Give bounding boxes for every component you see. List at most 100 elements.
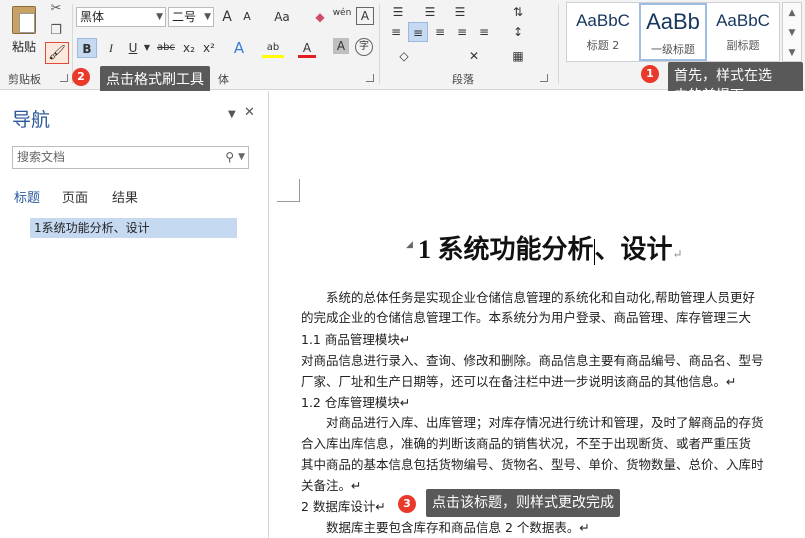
chinese-layout-icon[interactable]: ✕ (462, 46, 486, 66)
callout-step-2: 点击格式刷工具 (100, 66, 210, 94)
superscript-button[interactable]: x² (200, 38, 218, 58)
sort-icon[interactable]: ⇅ (506, 2, 530, 22)
change-case-button[interactable]: Aa (268, 7, 296, 27)
text-effect-button[interactable]: A (230, 38, 248, 58)
subscript-button[interactable]: x₂ (180, 38, 198, 58)
callout-text: 点击格式刷工具 (106, 72, 204, 88)
style-name: 标题 2 (586, 39, 620, 52)
multilevel-list-icon[interactable]: ☰ (448, 2, 472, 22)
copy-icon[interactable]: ❐ (46, 22, 66, 40)
heading-text-b: 、设计 (594, 235, 673, 264)
body-line: 的完成企业的仓储信息管理工作。本系统分为用户登录、商品管理、库存管理三大 (301, 310, 752, 325)
char-shading-button[interactable]: A (333, 38, 349, 54)
align-right-icon[interactable]: ≡ (430, 22, 450, 42)
clipboard-icon (12, 6, 36, 34)
bullets-icon[interactable]: ☰ (386, 2, 410, 22)
paragraph-group-label: 段落 (452, 73, 474, 86)
strikethrough-button[interactable]: abc (155, 38, 177, 58)
chevron-down-icon[interactable]: ▼ (142, 38, 152, 58)
styles-gallery: AaBbC 标题 2 AaBb 一级标题 AaBbC 副标题 (566, 2, 780, 62)
group-divider (558, 4, 559, 84)
body-line: 数据库主要包含库存和商品信息 2 个数据表。↵ (301, 520, 590, 535)
step-badge-1: 1 (641, 65, 659, 83)
navigation-pane: 导航 ▼ ✕ 搜索文档 ⚲ ▼ 标题 页面 结果 1系统功能分析、设计 (0, 91, 269, 538)
paragraph-mark: ↵ (672, 247, 683, 261)
borders-icon[interactable]: ▦ (506, 46, 530, 66)
body-line: 1.1 商品管理模块↵ (301, 332, 411, 347)
shrink-font-button[interactable]: A (238, 7, 256, 27)
phonetic-guide-button[interactable]: wén (332, 3, 352, 23)
format-painter-button[interactable]: 🖌 (45, 42, 69, 64)
body-line-heading2[interactable]: 2 数据库设计↵ (301, 496, 386, 515)
nav-title: 导航 (12, 109, 51, 131)
document-page[interactable]: ◢ 1 系统功能分析、设计↵ 系统的总体任务是实现企业仓储信息管理的系统化和自动… (270, 91, 805, 538)
clear-format-icon[interactable]: ◆ (310, 7, 330, 27)
body-line: 系统的总体任务是实现企业仓储信息管理的系统化和自动化,帮助管理人员更好 (301, 290, 755, 305)
underline-button[interactable]: U (124, 38, 142, 58)
more-icon[interactable]: ▼ (783, 43, 801, 63)
style-subtitle[interactable]: AaBbC 副标题 (709, 3, 777, 61)
chevron-down-icon[interactable]: ▼ (238, 147, 245, 168)
tab-results[interactable]: 结果 (112, 187, 138, 206)
clipboard-group-label: 剪贴板 (8, 73, 41, 86)
font-color-button[interactable]: A (298, 38, 316, 58)
italic-button[interactable]: I (102, 38, 120, 58)
grow-font-button[interactable]: A (218, 7, 236, 27)
body-line: 其中商品的基本信息包括货物编号、货物名、型号、单价、货物数量、总价、入库时 (301, 457, 764, 472)
chevron-down-icon[interactable]: ▼ (228, 109, 236, 120)
style-preview: AaBbC (576, 11, 630, 30)
font-group-label: 体 (218, 73, 229, 86)
chevron-down-icon[interactable]: ▼ (783, 23, 801, 43)
cut-icon[interactable]: ✂ (46, 0, 66, 18)
heading-text-a: 1 系统功能分析 (418, 235, 594, 264)
nav-heading-item[interactable]: 1系统功能分析、设计 (30, 218, 237, 238)
body-line: 对商品信息进行录入、查询、修改和删除。商品信息主要有商品编号、商品名、型号 (301, 353, 764, 368)
paragraph-launcher-icon[interactable] (540, 74, 548, 82)
search-input[interactable]: 搜索文档 ⚲ ▼ (12, 146, 249, 169)
body-line: 1.2 仓库管理模块↵ (301, 395, 411, 410)
bold-button[interactable]: B (77, 38, 97, 58)
paste-button[interactable]: 粘贴 (8, 2, 42, 62)
style-name: 一级标题 (651, 43, 695, 56)
callout-text: 点击该标题，则样式更改完成 (432, 495, 614, 511)
font-size-value: 二号 (172, 10, 197, 24)
styles-scroll[interactable]: ▲ ▼ ▼ (782, 2, 802, 62)
style-preview: AaBbC (716, 11, 770, 30)
collapse-triangle-icon[interactable]: ◢ (406, 239, 413, 250)
close-icon[interactable]: ✕ (244, 105, 255, 120)
distributed-icon[interactable]: ≡ (474, 22, 494, 42)
document-heading[interactable]: ◢ 1 系统功能分析、设计↵ (406, 229, 683, 266)
chevron-down-icon: ▼ (204, 12, 211, 22)
font-launcher-icon[interactable] (366, 74, 374, 82)
line-spacing-icon[interactable]: ↕ (506, 22, 530, 42)
clipboard-launcher-icon[interactable] (60, 74, 68, 82)
tab-pages[interactable]: 页面 (62, 187, 88, 206)
callout-step-3: 点击该标题，则样式更改完成 (426, 489, 620, 517)
search-icon[interactable]: ⚲ (225, 147, 234, 168)
char-border-button[interactable]: A (356, 7, 374, 25)
style-preview: AaBb (646, 9, 700, 34)
body-line: 厂家、厂址和生产日期等，还可以在备注栏中进一步说明该商品的其他信息。↵ (301, 374, 737, 389)
align-left-icon[interactable]: ≡ (386, 22, 406, 42)
style-name: 副标题 (726, 39, 760, 52)
search-placeholder: 搜索文档 (17, 150, 66, 164)
font-name-combo[interactable]: 黑体 ▼ (76, 7, 166, 27)
style-heading-2[interactable]: AaBbC 标题 2 (569, 3, 637, 61)
numbering-icon[interactable]: ☰ (418, 2, 442, 22)
enclose-char-button[interactable]: 字 (355, 38, 373, 56)
chevron-up-icon[interactable]: ▲ (783, 3, 801, 23)
font-size-combo[interactable]: 二号 ▼ (168, 7, 214, 27)
step-badge-2: 2 (72, 68, 90, 86)
step-badge-3: 3 (398, 495, 416, 513)
tab-headings[interactable]: 标题 (14, 187, 40, 206)
align-center-icon[interactable]: ≡ (408, 22, 428, 42)
paste-label: 粘贴 (12, 40, 37, 54)
shading-icon[interactable]: ◇ (392, 46, 416, 66)
chevron-down-icon: ▼ (156, 12, 163, 22)
body-line: 合入库出库信息，准确的判断该商品的销售状况，不至于出现断货、或者严重压货 (301, 436, 752, 451)
style-level1-heading[interactable]: AaBb 一级标题 (639, 3, 707, 61)
highlight-button[interactable]: ab (262, 38, 284, 58)
justify-icon[interactable]: ≡ (452, 22, 472, 42)
callout-text: 首先，样式在选 (674, 68, 772, 84)
body-line: 对商品进行入库、出库管理；对库存情况进行统计和管理，及时了解商品的存货 (301, 415, 764, 430)
